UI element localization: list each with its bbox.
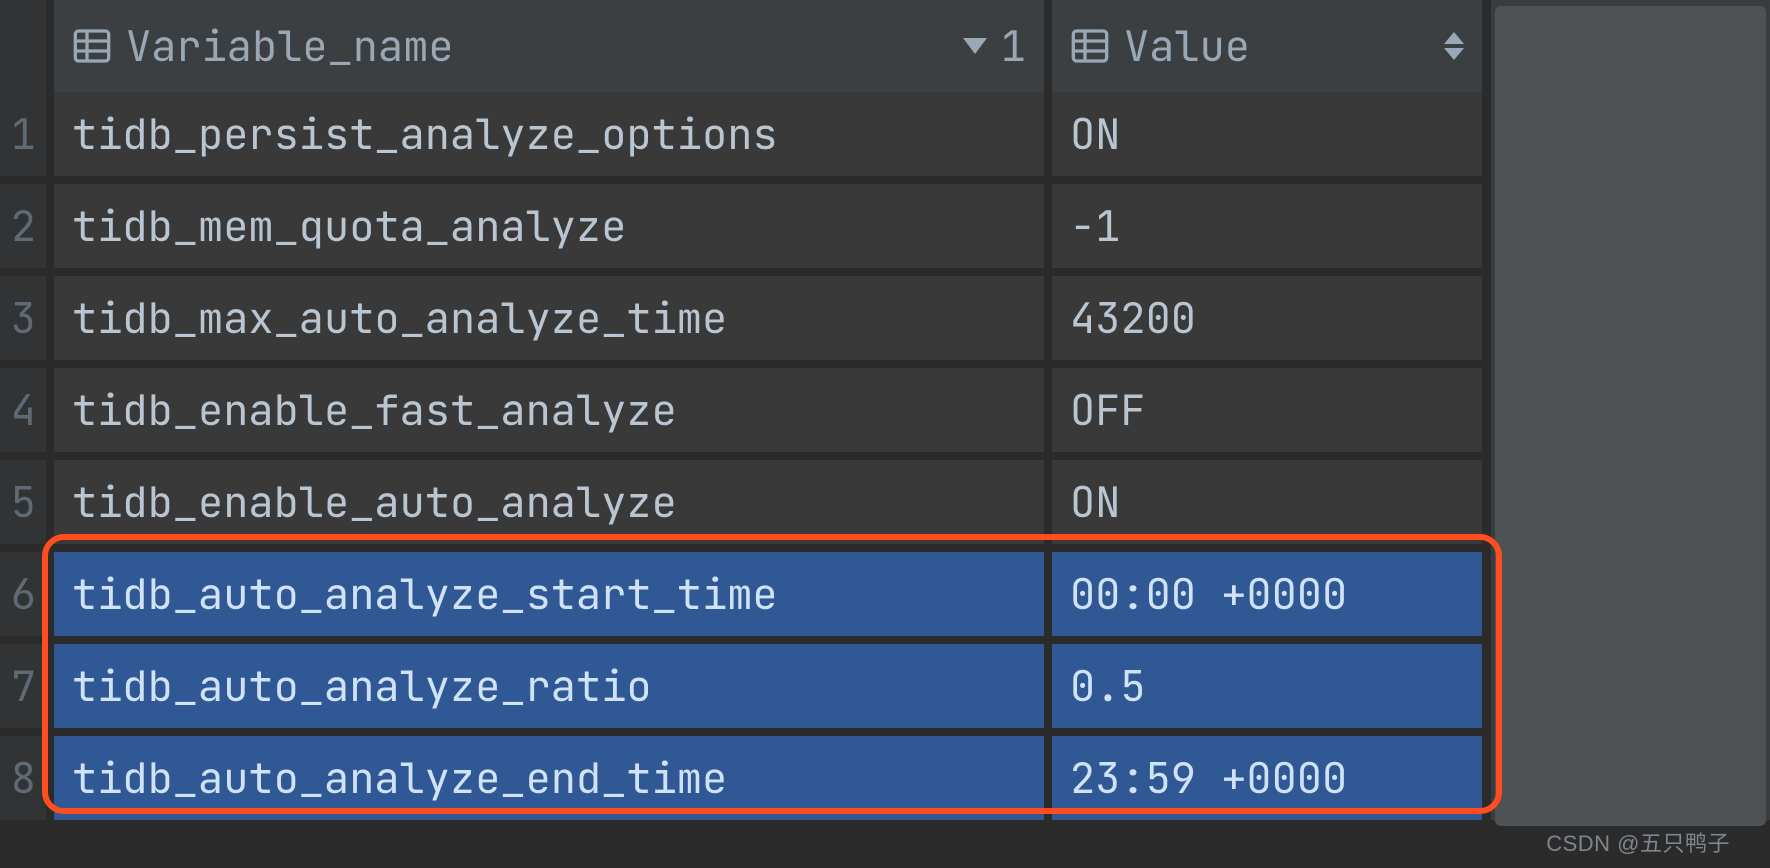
row-number[interactable]: 4 (0, 368, 46, 452)
row-number[interactable]: 1 (0, 92, 46, 176)
vertical-scrollbar[interactable] (1490, 0, 1770, 820)
row-number[interactable]: 6 (0, 552, 46, 636)
column-header-value-label: Value (1124, 18, 1250, 74)
cell-variable[interactable]: tidb_enable_auto_analyze (54, 460, 1044, 544)
cell-variable[interactable]: tidb_mem_quota_analyze (54, 184, 1044, 268)
header-gutter (0, 0, 46, 92)
result-table: Variable_name 1 Value 1tidb_persist_anal… (0, 0, 1770, 820)
cell-value[interactable]: 0.5 (1052, 644, 1482, 728)
column-icon (72, 26, 112, 66)
cell-value[interactable]: 00:00 +0000 (1052, 552, 1482, 636)
cell-value[interactable]: ON (1052, 92, 1482, 176)
cell-value[interactable]: 23:59 +0000 (1052, 736, 1482, 820)
cell-variable[interactable]: tidb_auto_analyze_end_time (54, 736, 1044, 820)
cell-variable[interactable]: tidb_persist_analyze_options (54, 92, 1044, 176)
row-number[interactable]: 7 (0, 644, 46, 728)
row-number[interactable]: 5 (0, 460, 46, 544)
cell-value[interactable]: ON (1052, 460, 1482, 544)
scrollbar-thumb[interactable] (1495, 6, 1766, 826)
column-header-variable-label: Variable_name (126, 18, 454, 74)
watermark: CSDN @五只鸭子 (1546, 826, 1730, 858)
cell-variable[interactable]: tidb_max_auto_analyze_time (54, 276, 1044, 360)
cell-variable[interactable]: tidb_auto_analyze_start_time (54, 552, 1044, 636)
sort-index: 1 (1001, 18, 1026, 74)
sort-desc-icon (963, 38, 987, 54)
cell-variable[interactable]: tidb_auto_analyze_ratio (54, 644, 1044, 728)
cell-value[interactable]: OFF (1052, 368, 1482, 452)
column-header-variable[interactable]: Variable_name 1 (54, 0, 1044, 92)
row-number[interactable]: 8 (0, 736, 46, 820)
row-number[interactable]: 3 (0, 276, 46, 360)
column-header-value[interactable]: Value (1052, 0, 1482, 92)
column-icon (1070, 26, 1110, 66)
cell-value[interactable]: 43200 (1052, 276, 1482, 360)
row-number[interactable]: 2 (0, 184, 46, 268)
cell-variable[interactable]: tidb_enable_fast_analyze (54, 368, 1044, 452)
sort-icon (1444, 32, 1464, 60)
cell-value[interactable]: -1 (1052, 184, 1482, 268)
